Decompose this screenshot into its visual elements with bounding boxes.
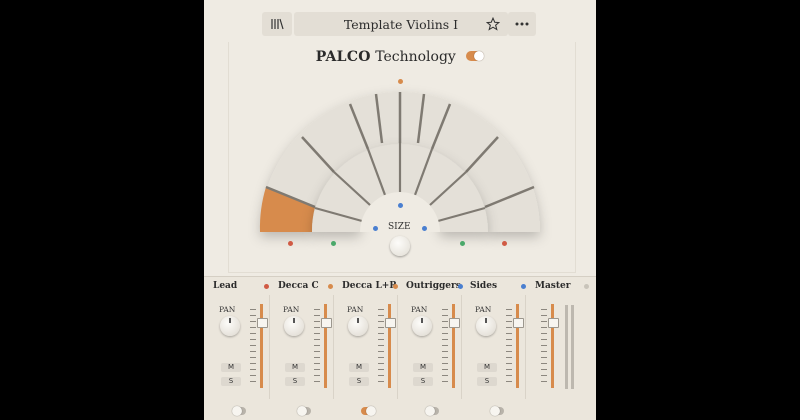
channel-strip-decca-lr: PAN M S xyxy=(334,295,398,399)
pan-label: PAN xyxy=(347,305,364,314)
fader-handle[interactable] xyxy=(385,318,396,328)
size-label: SIZE xyxy=(388,222,411,232)
fader-scale xyxy=(250,309,256,383)
mic-dot-right-red xyxy=(502,241,507,246)
fader-scale xyxy=(541,309,547,383)
channel-toggle-lead[interactable] xyxy=(232,406,246,416)
fader-handle[interactable] xyxy=(257,318,268,328)
fader-handle[interactable] xyxy=(449,318,460,328)
channel-name-outriggers: Outriggers xyxy=(406,281,461,291)
channel-dot-outriggers xyxy=(458,284,463,289)
channel-toggle-decca-c[interactable] xyxy=(297,406,311,416)
solo-button[interactable]: S xyxy=(349,377,369,386)
channel-name-decca-lr: Decca L+R xyxy=(342,281,397,291)
master-meter-right xyxy=(571,305,574,389)
master-meter-left xyxy=(565,305,568,389)
mic-dot-left-green xyxy=(331,241,336,246)
fader-track[interactable] xyxy=(516,304,519,388)
solo-button[interactable]: S xyxy=(477,377,497,386)
mic-dot-left-blue xyxy=(373,226,378,231)
mic-dot-left-red xyxy=(288,241,293,246)
fader-track[interactable] xyxy=(551,304,554,388)
solo-button[interactable]: S xyxy=(221,377,241,386)
channel-strip-lead: PAN M S xyxy=(206,295,270,399)
fader-track[interactable] xyxy=(388,304,391,388)
mic-dot-center xyxy=(398,203,403,208)
fader-handle[interactable] xyxy=(548,318,559,328)
channel-toggle-decca-lr[interactable] xyxy=(361,406,376,416)
pan-knob[interactable] xyxy=(348,316,368,336)
pan-label: PAN xyxy=(283,305,300,314)
channel-dot-master xyxy=(584,284,589,289)
mic-dot-right-blue xyxy=(422,226,427,231)
pan-knob[interactable] xyxy=(476,316,496,336)
channel-dot-lead xyxy=(264,284,269,289)
pan-label: PAN xyxy=(219,305,236,314)
fader-track[interactable] xyxy=(452,304,455,388)
channel-dot-decca-c xyxy=(328,284,333,289)
fader-handle[interactable] xyxy=(321,318,332,328)
mute-button[interactable]: M xyxy=(413,363,433,372)
channel-name-master: Master xyxy=(535,281,571,291)
pan-knob[interactable] xyxy=(412,316,432,336)
channel-strip-sides: PAN M S xyxy=(462,295,526,399)
channel-name-lead: Lead xyxy=(213,281,238,291)
channel-strip-master xyxy=(526,295,589,399)
mute-button[interactable]: M xyxy=(477,363,497,372)
channel-dot-decca-lr xyxy=(393,284,398,289)
fader-track[interactable] xyxy=(260,304,263,388)
fader-track[interactable] xyxy=(324,304,327,388)
pan-label: PAN xyxy=(475,305,492,314)
pan-knob[interactable] xyxy=(220,316,240,336)
fader-scale xyxy=(314,309,320,383)
fader-scale xyxy=(506,309,512,383)
size-knob[interactable] xyxy=(390,236,410,256)
channel-name-sides: Sides xyxy=(470,281,498,291)
mic-dot-right-green xyxy=(460,241,465,246)
channel-strip-outriggers: PAN M S xyxy=(398,295,462,399)
channel-name-decca-c: Decca C xyxy=(278,281,319,291)
mute-button[interactable]: M xyxy=(349,363,369,372)
solo-button[interactable]: S xyxy=(413,377,433,386)
mute-button[interactable]: M xyxy=(221,363,241,372)
plugin-window: Template Violins I PALCO Technology SIZE… xyxy=(204,0,596,420)
mic-dot-top xyxy=(398,79,403,84)
mute-button[interactable]: M xyxy=(285,363,305,372)
fader-scale xyxy=(378,309,384,383)
channel-toggle-sides[interactable] xyxy=(490,406,504,416)
stage-diagram xyxy=(259,92,540,232)
pan-knob[interactable] xyxy=(284,316,304,336)
channel-toggle-outriggers[interactable] xyxy=(425,406,439,416)
channel-strip-decca-c: PAN M S xyxy=(270,295,334,399)
fader-scale xyxy=(442,309,448,383)
solo-button[interactable]: S xyxy=(285,377,305,386)
pan-label: PAN xyxy=(411,305,428,314)
channel-dot-sides xyxy=(521,284,526,289)
mixer: Lead Decca C Decca L+R Outriggers Sides … xyxy=(204,276,596,420)
fader-handle[interactable] xyxy=(513,318,524,328)
